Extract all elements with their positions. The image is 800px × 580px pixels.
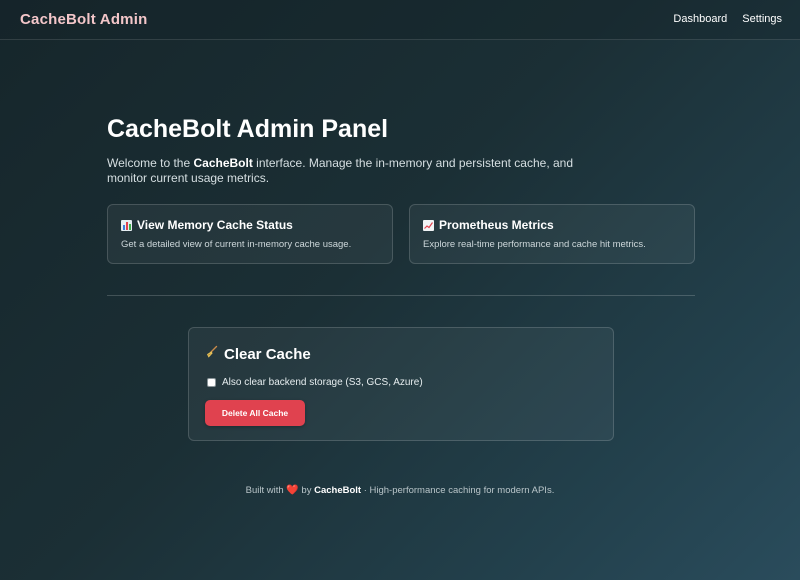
bar-chart-icon (121, 219, 132, 231)
backend-storage-option: Also clear backend storage (S3, GCS, Azu… (207, 377, 423, 388)
footer-tagline: · High-performance caching for modern AP… (363, 485, 555, 496)
prometheus-metrics-title: Prometheus Metrics (423, 218, 681, 232)
intro-prefix: Welcome to the (107, 156, 194, 170)
memory-cache-status-title: View Memory Cache Status (121, 218, 379, 232)
broom-icon (205, 345, 219, 363)
footer-by: by (301, 485, 312, 496)
memory-cache-status-card[interactable]: View Memory Cache Status Get a detailed … (107, 204, 393, 264)
brand-logo-text[interactable]: CacheBolt Admin (20, 11, 147, 28)
prometheus-metrics-label: Prometheus Metrics (439, 218, 554, 232)
footer-brand: CacheBolt (314, 485, 362, 496)
intro-text: Welcome to the CacheBolt interface. Mana… (107, 156, 587, 186)
footer-prefix: Built with (245, 485, 284, 496)
clear-cache-panel: Clear Cache Also clear backend storage (… (188, 327, 614, 441)
section-divider (107, 295, 695, 296)
memory-cache-status-label: View Memory Cache Status (137, 218, 293, 232)
nav-link-settings[interactable]: Settings (742, 13, 782, 25)
clear-backend-checkbox[interactable] (207, 378, 216, 387)
nav-link-dashboard[interactable]: Dashboard (673, 13, 727, 25)
nav-links: Dashboard Settings (673, 13, 782, 25)
clear-cache-label: Clear Cache (224, 345, 311, 363)
navbar: CacheBolt Admin Dashboard Settings (0, 0, 800, 40)
prometheus-metrics-description: Explore real-time performance and cache … (423, 239, 646, 250)
heart-icon: ❤️ (286, 485, 299, 496)
delete-all-cache-button[interactable]: Delete All Cache (205, 400, 305, 426)
line-chart-icon (423, 219, 434, 231)
prometheus-metrics-card[interactable]: Prometheus Metrics Explore real-time per… (409, 204, 695, 264)
clear-backend-label[interactable]: Also clear backend storage (S3, GCS, Azu… (222, 377, 423, 388)
clear-cache-title: Clear Cache (205, 345, 311, 363)
intro-brand: CacheBolt (193, 156, 253, 170)
memory-cache-status-description: Get a detailed view of current in-memory… (121, 239, 352, 250)
page-title: CacheBolt Admin Panel (107, 115, 389, 143)
footer: Built with ❤️ by CacheBolt · High-perfor… (0, 485, 800, 496)
